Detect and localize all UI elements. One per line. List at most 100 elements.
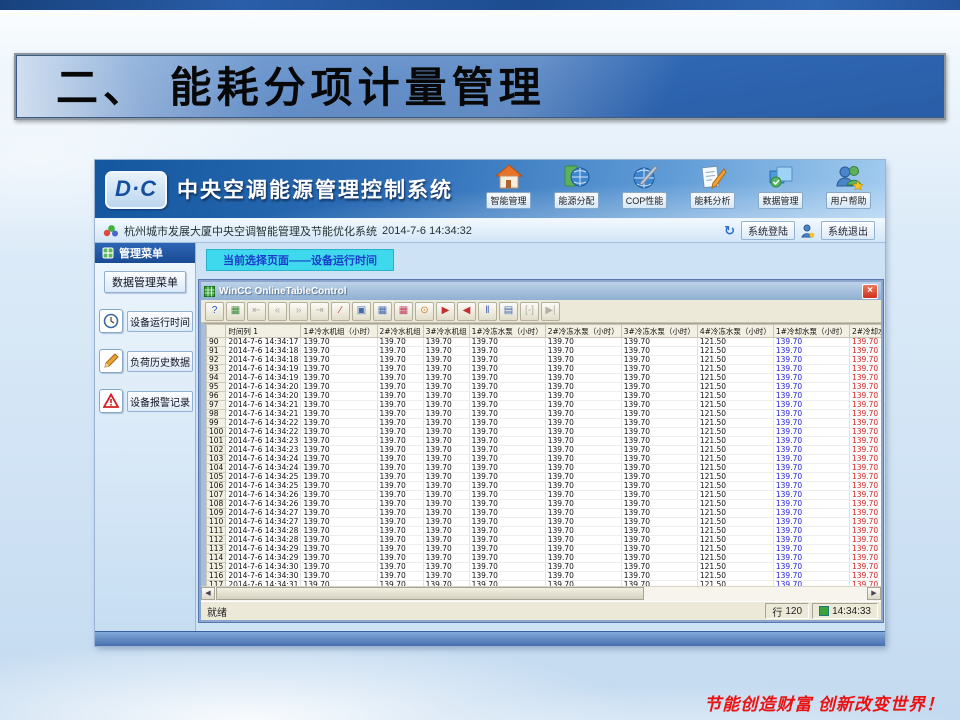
value-cell[interactable]: 139.70 (301, 464, 377, 473)
row-number[interactable]: 113 (207, 545, 226, 554)
scroll-right-icon[interactable]: ▶ (867, 587, 881, 600)
value-cell[interactable]: 139.70 (301, 446, 377, 455)
value-cell[interactable]: 139.70 (849, 518, 881, 527)
value-cell[interactable]: 121.50 (697, 383, 773, 392)
value-cell[interactable]: 139.70 (377, 509, 423, 518)
value-cell[interactable]: 139.70 (469, 491, 545, 500)
value-cell[interactable]: 139.70 (423, 365, 469, 374)
time-cell[interactable]: 2014-7-6 14:34:24 (226, 464, 301, 473)
value-cell[interactable]: 139.70 (849, 554, 881, 563)
row-number[interactable]: 104 (207, 464, 226, 473)
time-base-icon[interactable]: ▦ (226, 302, 245, 321)
value-cell[interactable]: 139.70 (545, 347, 621, 356)
value-cell[interactable]: 139.70 (849, 536, 881, 545)
value-cell[interactable]: 139.70 (773, 410, 849, 419)
table-row[interactable]: 1002014-7-6 14:34:22139.70139.70139.7013… (207, 428, 882, 437)
row-number[interactable]: 102 (207, 446, 226, 455)
nav-item-energy-allocation[interactable]: 能源分配 (548, 164, 605, 209)
value-cell[interactable]: 139.70 (621, 473, 697, 482)
value-cell[interactable]: 139.70 (377, 383, 423, 392)
value-cell[interactable]: 121.50 (697, 428, 773, 437)
value-cell[interactable]: 139.70 (301, 563, 377, 572)
table-row[interactable]: 912014-7-6 14:34:18139.70139.70139.70139… (207, 347, 882, 356)
value-cell[interactable]: 121.50 (697, 455, 773, 464)
row-number[interactable]: 103 (207, 455, 226, 464)
print-icon[interactable]: ▤ (499, 302, 518, 321)
value-cell[interactable]: 139.70 (773, 437, 849, 446)
value-cell[interactable]: 139.70 (545, 464, 621, 473)
value-cell[interactable]: 139.70 (301, 428, 377, 437)
table-row[interactable]: 942014-7-6 14:34:19139.70139.70139.70139… (207, 374, 882, 383)
value-cell[interactable]: 139.70 (469, 536, 545, 545)
value-cell[interactable]: 139.70 (773, 365, 849, 374)
value-cell[interactable]: 139.70 (849, 446, 881, 455)
value-cell[interactable]: 139.70 (545, 482, 621, 491)
value-cell[interactable]: 121.50 (697, 374, 773, 383)
value-cell[interactable]: 139.70 (849, 491, 881, 500)
value-cell[interactable]: 139.70 (301, 365, 377, 374)
row-number[interactable]: 112 (207, 536, 226, 545)
nav-item-energy-analysis[interactable]: 能耗分析 (684, 164, 741, 209)
value-cell[interactable]: 139.70 (377, 392, 423, 401)
value-cell[interactable]: 139.70 (621, 554, 697, 563)
value-cell[interactable]: 139.70 (545, 572, 621, 581)
time-cell[interactable]: 2014-7-6 14:34:25 (226, 482, 301, 491)
value-cell[interactable]: 139.70 (773, 356, 849, 365)
value-cell[interactable]: 139.70 (545, 338, 621, 347)
value-cell[interactable]: 139.70 (423, 410, 469, 419)
value-cell[interactable]: 139.70 (621, 392, 697, 401)
nav-item-user-help[interactable]: 用户帮助 (820, 164, 877, 209)
value-cell[interactable]: 121.50 (697, 410, 773, 419)
row-number[interactable]: 99 (207, 419, 226, 428)
nav-item-smart-management[interactable]: 智能管理 (480, 164, 537, 209)
value-cell[interactable]: 139.70 (377, 374, 423, 383)
nav-item-cop-performance[interactable]: COP性能 (616, 164, 673, 209)
value-cell[interactable]: 139.70 (849, 428, 881, 437)
value-cell[interactable]: 139.70 (423, 356, 469, 365)
columns-icon[interactable]: ▦ (373, 302, 392, 321)
copy-icon[interactable]: ▣ (352, 302, 371, 321)
time-cell[interactable]: 2014-7-6 14:34:18 (226, 347, 301, 356)
value-cell[interactable]: 139.70 (423, 374, 469, 383)
value-cell[interactable]: 139.70 (469, 563, 545, 572)
value-cell[interactable]: 139.70 (423, 536, 469, 545)
export-icon[interactable]: ▶ (436, 302, 455, 321)
row-number[interactable]: 107 (207, 491, 226, 500)
value-cell[interactable]: 139.70 (469, 401, 545, 410)
value-cell[interactable]: 139.70 (469, 392, 545, 401)
value-cell[interactable]: 139.70 (423, 455, 469, 464)
row-number[interactable]: 106 (207, 482, 226, 491)
value-cell[interactable]: 139.70 (773, 545, 849, 554)
value-cell[interactable]: 139.70 (423, 347, 469, 356)
column-header[interactable]: 4#冷冻水泵（小时） (697, 325, 773, 338)
value-cell[interactable]: 139.70 (621, 491, 697, 500)
value-cell[interactable]: 139.70 (773, 563, 849, 572)
value-cell[interactable]: 139.70 (301, 401, 377, 410)
value-cell[interactable]: 139.70 (377, 446, 423, 455)
value-cell[interactable]: 139.70 (545, 374, 621, 383)
value-cell[interactable]: 139.70 (849, 563, 881, 572)
value-cell[interactable]: 139.70 (301, 437, 377, 446)
value-cell[interactable]: 139.70 (621, 536, 697, 545)
table-row[interactable]: 1152014-7-6 14:34:30139.70139.70139.7013… (207, 563, 882, 572)
time-cell[interactable]: 2014-7-6 14:34:30 (226, 563, 301, 572)
value-cell[interactable]: 139.70 (773, 383, 849, 392)
table-row[interactable]: 1052014-7-6 14:34:25139.70139.70139.7013… (207, 473, 882, 482)
column-header[interactable]: 1#冷冻水泵（小时） (469, 325, 545, 338)
row-number[interactable]: 116 (207, 572, 226, 581)
value-cell[interactable]: 121.50 (697, 392, 773, 401)
value-cell[interactable]: 139.70 (377, 419, 423, 428)
value-cell[interactable]: 139.70 (301, 419, 377, 428)
row-number[interactable]: 111 (207, 527, 226, 536)
table-row[interactable]: 1142014-7-6 14:34:29139.70139.70139.7013… (207, 554, 882, 563)
import-icon[interactable]: ◀ (457, 302, 476, 321)
value-cell[interactable]: 139.70 (849, 482, 881, 491)
value-cell[interactable]: 139.70 (773, 518, 849, 527)
value-cell[interactable]: 139.70 (545, 545, 621, 554)
value-cell[interactable]: 139.70 (849, 410, 881, 419)
system-logout-button[interactable]: 系统退出 (821, 221, 875, 240)
value-cell[interactable]: 139.70 (423, 464, 469, 473)
value-cell[interactable]: 139.70 (773, 536, 849, 545)
edit-icon[interactable]: ∕ (331, 302, 350, 321)
value-cell[interactable]: 139.70 (849, 545, 881, 554)
